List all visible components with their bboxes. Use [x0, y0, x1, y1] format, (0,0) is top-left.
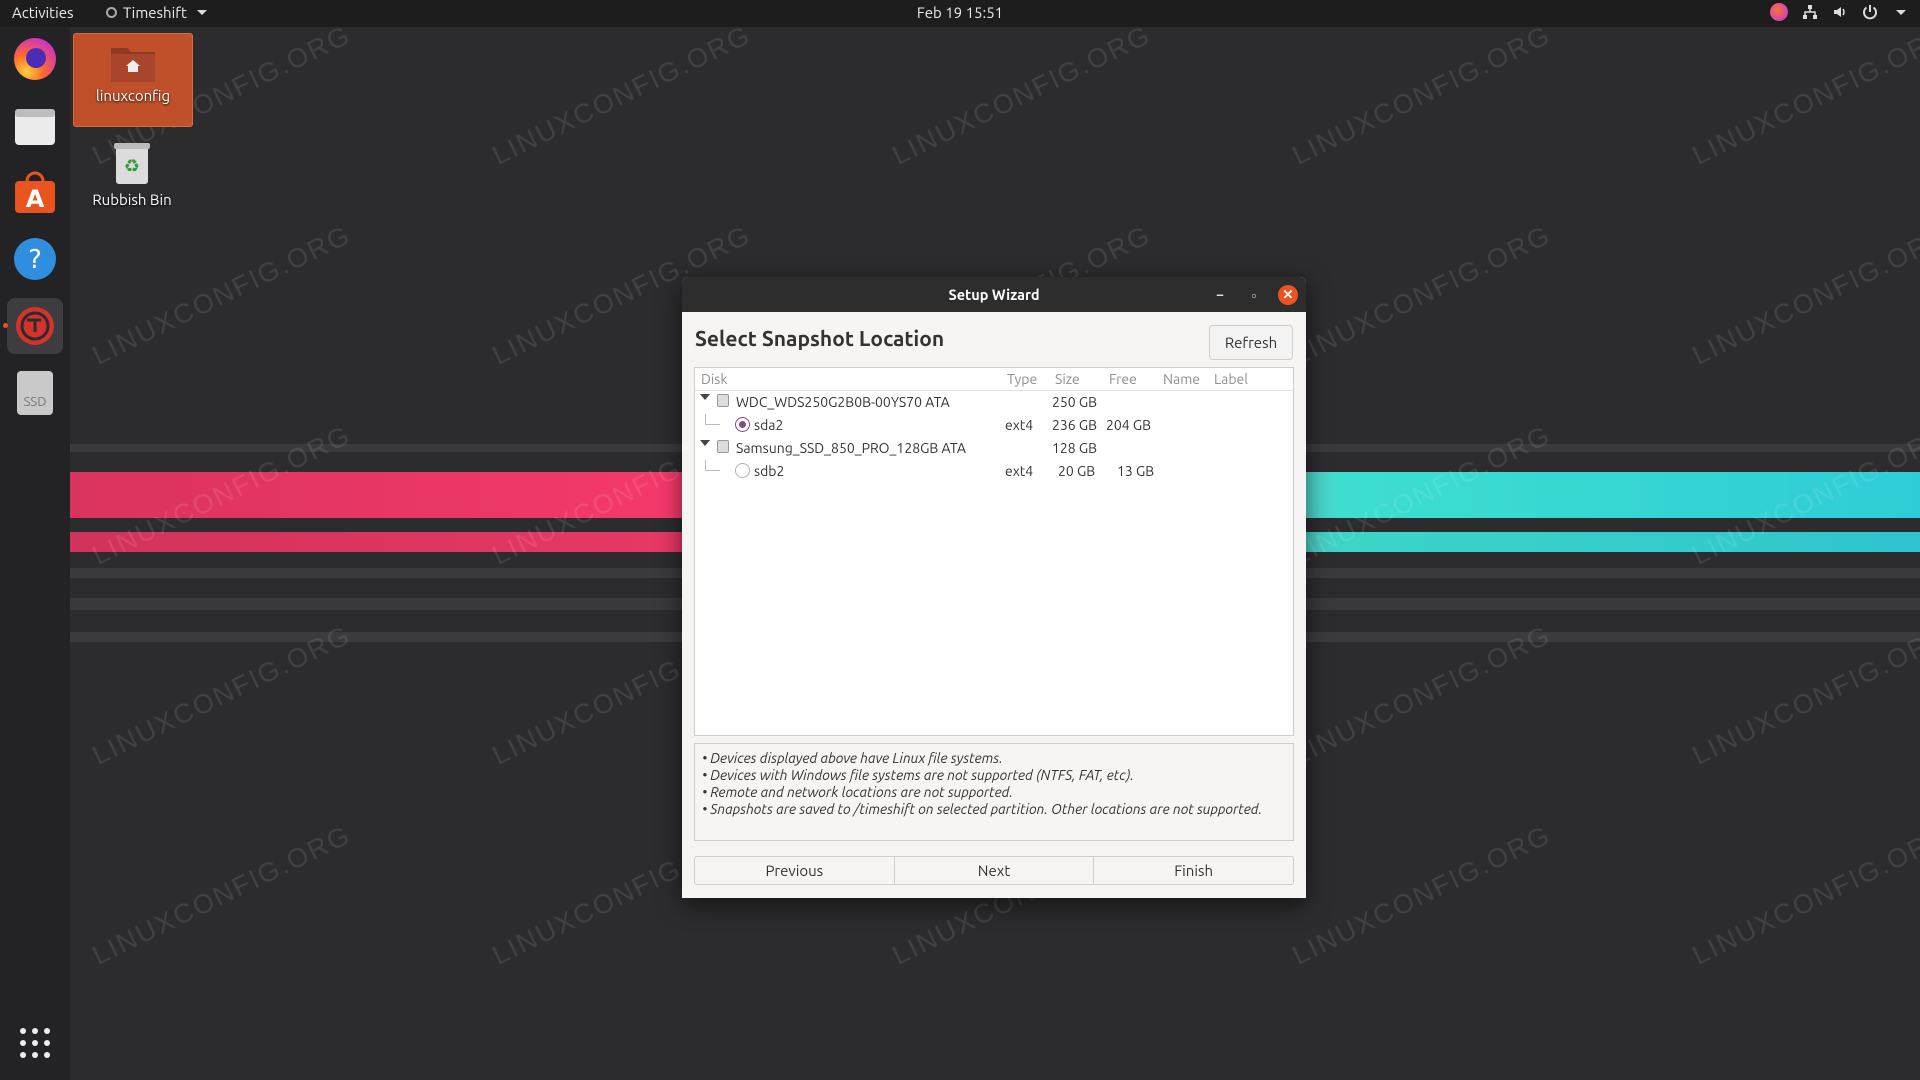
partition-name: sdb2 — [754, 463, 785, 479]
svg-text:♻: ♻ — [124, 156, 140, 177]
partition-size: 20 GB — [1058, 463, 1096, 479]
disk-tree[interactable]: Disk Type Size Free Name Label WDC_WDS25… — [694, 367, 1294, 736]
dock: A ? SSD — [0, 27, 70, 1080]
power-icon[interactable] — [1862, 4, 1878, 20]
partition-type: ext4 — [1005, 463, 1034, 479]
dock-item-help[interactable]: ? — [7, 231, 63, 287]
partition-name: sda2 — [754, 417, 784, 433]
refresh-button[interactable]: Refresh — [1209, 325, 1293, 360]
app-menu[interactable]: Timeshift — [106, 4, 207, 21]
dock-item-firefox[interactable] — [7, 31, 63, 87]
firefox-icon — [14, 38, 56, 80]
running-indicator — [3, 323, 8, 328]
tree-row-disk[interactable]: Samsung_SSD_850_PRO_128GB ATA 128 GB — [695, 437, 1293, 460]
info-notes: • Devices displayed above have Linux fil… — [694, 743, 1294, 841]
partition-radio[interactable] — [735, 463, 750, 478]
disk-name: Samsung_SSD_850_PRO_128GB ATA — [736, 440, 966, 456]
dialog-titlebar[interactable]: Setup Wizard – ▫ ✕ — [682, 277, 1306, 312]
column-header-name[interactable]: Name — [1163, 371, 1200, 387]
app-grid-icon — [20, 1028, 50, 1058]
note-line: • Devices displayed above have Linux fil… — [702, 750, 1003, 766]
column-header-type[interactable]: Type — [1007, 371, 1037, 387]
software-store-icon: A — [15, 171, 55, 213]
partition-radio[interactable] — [735, 417, 750, 432]
dock-item-ubuntu-software[interactable]: A — [7, 165, 63, 221]
tree-row-partition[interactable]: sda2 ext4 236 GB 204 GB — [695, 414, 1293, 437]
tree-connector — [705, 460, 720, 471]
next-button[interactable]: Next — [895, 857, 1095, 884]
column-header-disk[interactable]: Disk — [701, 371, 727, 387]
svg-text:?: ? — [28, 245, 42, 275]
desktop-icon-label: Rubbish Bin — [92, 191, 172, 208]
maximize-button[interactable]: ▫ — [1244, 285, 1264, 305]
help-icon: ? — [14, 238, 56, 280]
ssd-drive-label: SSD — [23, 395, 47, 409]
note-line: • Remote and network locations are not s… — [702, 784, 1014, 800]
svg-text:A: A — [26, 185, 45, 213]
top-bar: Activities Timeshift Feb 19 15:51 — [0, 0, 1920, 27]
close-button[interactable]: ✕ — [1278, 285, 1298, 305]
dock-item-files[interactable] — [7, 98, 63, 154]
partition-type: ext4 — [1005, 417, 1034, 433]
tree-row-partition[interactable]: sdb2 ext4 20 GB 13 GB — [695, 460, 1293, 483]
tree-connector — [705, 414, 720, 425]
partition-free: 204 GB — [1106, 417, 1152, 433]
finish-button[interactable]: Finish — [1094, 857, 1293, 884]
setup-wizard-dialog: Setup Wizard – ▫ ✕ Select Snapshot Locat… — [682, 277, 1306, 898]
note-line: • Devices with Windows file systems are … — [702, 767, 1134, 783]
firefox-indicator-icon[interactable] — [1770, 3, 1788, 21]
disk-size: 128 GB — [1052, 440, 1098, 456]
chevron-down-icon — [196, 10, 207, 15]
timeshift-icon — [16, 307, 54, 345]
tree-header: Disk Type Size Free Name Label — [695, 368, 1293, 391]
column-header-size[interactable]: Size — [1055, 371, 1080, 387]
previous-button[interactable]: Previous — [695, 857, 895, 884]
partition-size: 236 GB — [1052, 417, 1098, 433]
page-title: Select Snapshot Location — [695, 326, 945, 350]
desktop-icon-home[interactable]: linuxconfig — [73, 33, 193, 127]
chevron-down-icon[interactable] — [1896, 9, 1906, 15]
dock-item-timeshift[interactable] — [7, 298, 63, 354]
trash-icon: ♻ — [114, 143, 150, 184]
activities-button[interactable]: Activities — [12, 4, 74, 21]
partition-free: 13 GB — [1117, 463, 1155, 479]
files-icon — [15, 109, 55, 145]
system-tray[interactable] — [1770, 3, 1906, 21]
disk-size: 250 GB — [1052, 394, 1098, 410]
disk-name: WDC_WDS250G2B0B-00YS70 ATA — [736, 394, 950, 410]
column-header-label[interactable]: Label — [1214, 371, 1248, 387]
expander-icon[interactable] — [700, 440, 710, 446]
volume-icon[interactable] — [1832, 4, 1848, 20]
clock[interactable]: Feb 19 15:51 — [917, 4, 1003, 21]
wizard-navigation: Previous Next Finish — [694, 856, 1294, 885]
disk-icon — [717, 440, 729, 453]
dock-item-ssd-drive[interactable]: SSD — [7, 365, 63, 421]
tree-row-disk[interactable]: WDC_WDS250G2B0B-00YS70 ATA 250 GB — [695, 391, 1293, 414]
minimize-button[interactable]: – — [1210, 285, 1230, 305]
ssd-drive-icon: SSD — [17, 371, 53, 415]
disk-icon — [717, 394, 729, 407]
expander-icon[interactable] — [700, 394, 710, 400]
network-icon[interactable] — [1802, 4, 1818, 20]
show-applications-button[interactable] — [7, 1015, 63, 1071]
note-line: • Snapshots are saved to /timeshift on s… — [702, 801, 1263, 817]
home-folder-icon — [111, 48, 155, 82]
column-header-free[interactable]: Free — [1109, 371, 1137, 387]
app-menu-label: Timeshift — [123, 4, 187, 21]
timeshift-app-icon — [106, 7, 117, 18]
desktop-icon-label: linuxconfig — [95, 87, 171, 104]
desktop-icon-rubbish-bin[interactable]: ♻ Rubbish Bin — [73, 140, 191, 220]
